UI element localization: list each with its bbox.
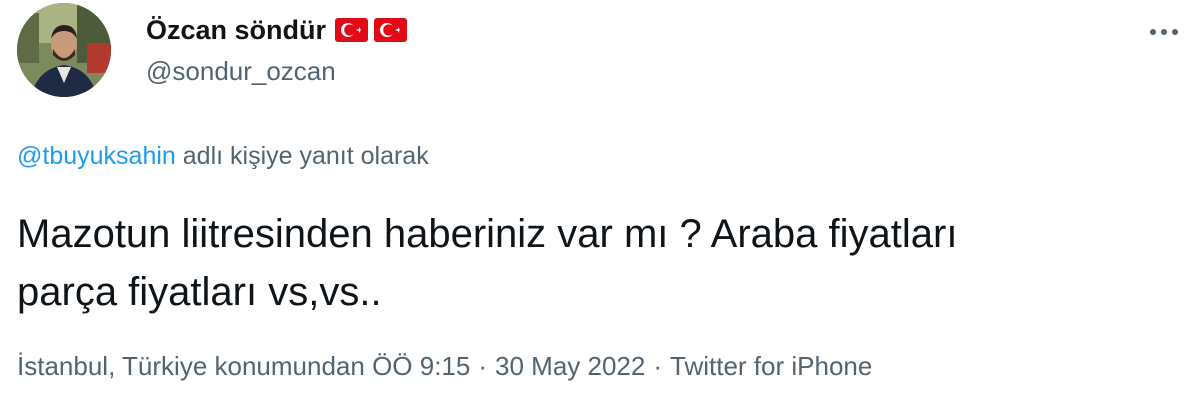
author-name-row: Özcan söndür [146, 10, 408, 50]
tweet-location-time[interactable]: İstanbul, Türkiye konumundan ÖÖ 9:15 [17, 351, 470, 381]
tweet-text-line: Mazotun liitresinden haberiniz var mı ? … [17, 212, 958, 256]
reply-context-label: adlı kişiye yanıt olarak [182, 142, 429, 170]
reply-context: @tbuyuksahin adlı kişiye yanıt olarak [17, 142, 429, 171]
tweet-metadata: İstanbul, Türkiye konumundan ÖÖ 9:15 · 30 … [17, 351, 872, 382]
turkey-flag-icon [374, 18, 408, 42]
tweet-text: Mazotun liitresinden haberiniz var mı ? … [17, 205, 1177, 321]
turkey-flag-icon [335, 18, 369, 42]
more-horizontal-icon [1150, 29, 1178, 35]
display-name[interactable]: Özcan söndür [146, 15, 326, 46]
tweet-source-link[interactable]: Twitter for iPhone [670, 351, 872, 381]
tweet-date[interactable]: 30 May 2022 [495, 351, 645, 381]
user-handle[interactable]: @sondur_ozcan [146, 56, 336, 87]
tweet-card: Özcan söndür @sondur_ozcan @tbuyuksahin … [0, 0, 1200, 408]
profile-photo [17, 3, 111, 97]
avatar[interactable] [17, 3, 111, 97]
more-options-button[interactable] [1146, 14, 1182, 50]
meta-separator: · [478, 351, 488, 381]
tweet-text-line: parça fiyatları vs,vs.. [17, 270, 382, 314]
meta-separator: · [653, 351, 663, 381]
reply-mention-link[interactable]: @tbuyuksahin [17, 142, 176, 170]
